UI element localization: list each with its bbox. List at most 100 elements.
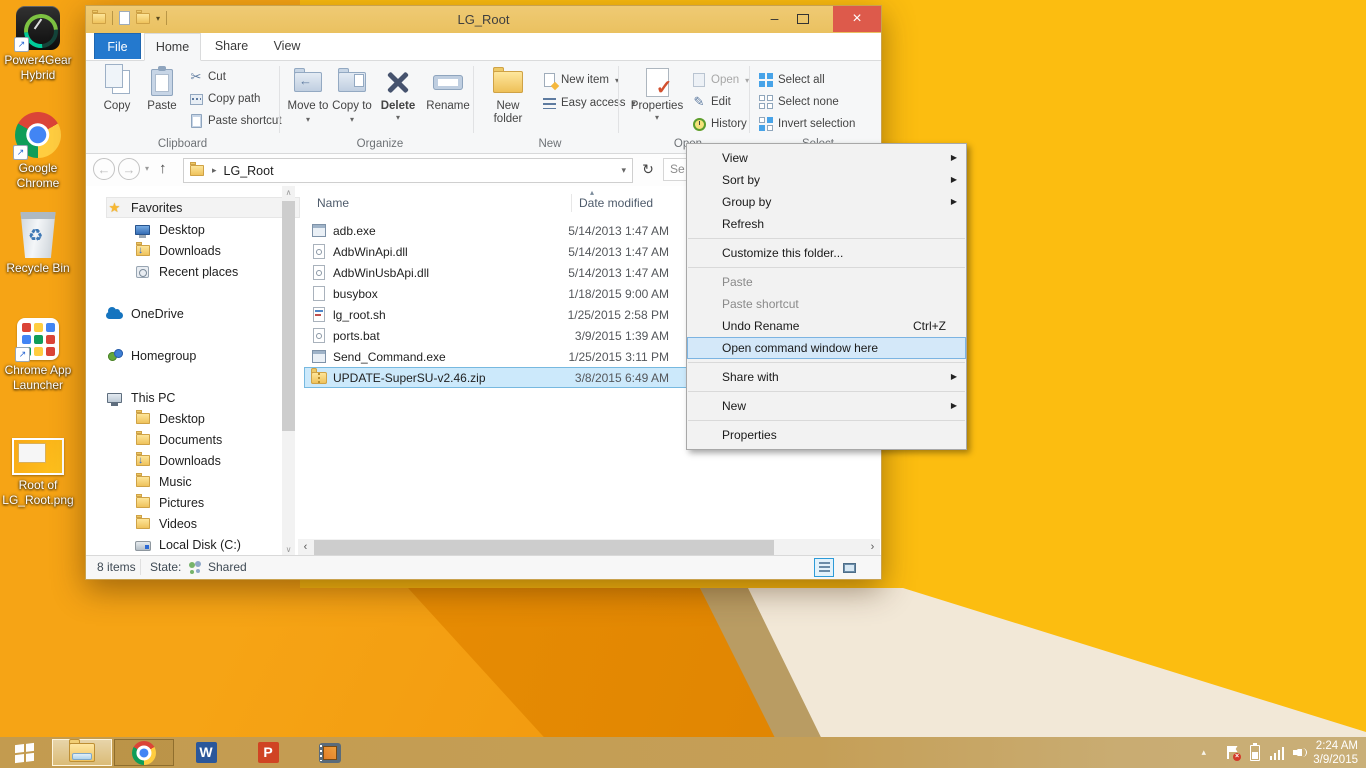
tab-view[interactable]: View	[262, 33, 312, 59]
menu-item-new[interactable]: New ▶	[687, 395, 966, 417]
sidebar-item-favorites[interactable]: ★ Favorites	[106, 197, 300, 218]
sidebar-item-pc-downloads[interactable]: ↓ Downloads	[134, 450, 221, 471]
file-row-selected[interactable]: UPDATE-SuperSU-v2.46.zip 3/8/2015 6:49 A…	[304, 367, 740, 388]
action-center-button[interactable]: ×	[1226, 737, 1238, 768]
sidebar-item-desktop[interactable]: Desktop	[134, 219, 205, 240]
select-none-button[interactable]: Select none	[758, 93, 839, 111]
paste-button[interactable]: Paste	[140, 64, 184, 132]
sidebar-item-music[interactable]: Music	[134, 471, 192, 492]
shortcut-arrow-icon: ↗	[14, 37, 29, 52]
horizontal-scrollbar[interactable]: ‹ ›	[298, 539, 880, 556]
menu-item-sort-by[interactable]: Sort by ▶	[687, 169, 966, 191]
group-label-organize: Organize	[287, 138, 473, 150]
taskbar-file-explorer-button[interactable]	[52, 739, 112, 766]
desktop-icon-google-chrome[interactable]: ↗ Google Chrome	[1, 112, 75, 191]
thumbnail-content	[14, 440, 62, 473]
start-button[interactable]	[0, 737, 48, 768]
sidebar-item-recent-places[interactable]: Recent places	[134, 261, 238, 282]
menu-item-view[interactable]: View ▶	[687, 147, 966, 169]
menu-item-open-command-window-here[interactable]: Open command window here	[687, 337, 966, 359]
breadcrumb-bar[interactable]: ▸ LG_Root ▾	[183, 158, 633, 183]
download-arrow: ↓	[138, 455, 143, 466]
taskbar-chrome-button[interactable]	[114, 739, 174, 766]
delete-button[interactable]: Delete ▾	[378, 64, 418, 132]
sidebar-item-documents[interactable]: Documents	[134, 429, 222, 450]
sidebar-item-pictures[interactable]: Pictures	[134, 492, 204, 513]
column-header-date-modified[interactable]: Date modified	[579, 196, 653, 210]
invert-selection-button[interactable]: Invert selection	[758, 115, 855, 133]
column-header-name[interactable]: Name	[317, 196, 349, 210]
scroll-right-icon[interactable]: ›	[865, 540, 880, 555]
desktop-icon-root-of-lg-root-png[interactable]: Root of LG_Root.png	[1, 438, 75, 508]
sidebar-item-label: Favorites	[131, 201, 182, 215]
check-glyph: ✓	[656, 75, 673, 100]
menu-item-share-with[interactable]: Share with ▶	[687, 366, 966, 388]
breadcrumb-location[interactable]: LG_Root	[224, 164, 274, 178]
tab-home[interactable]: Home	[144, 33, 201, 61]
menu-item-undo-rename[interactable]: Undo Rename Ctrl+Z	[687, 315, 966, 337]
scrollbar-thumb[interactable]	[282, 201, 295, 431]
copy-path-button[interactable]: Copy path	[188, 90, 260, 108]
sidebar-item-downloads[interactable]: ↓ Downloads	[134, 240, 221, 261]
copy-to-button[interactable]: Copy to ▾	[331, 64, 373, 132]
sidebar-item-local-disk-c[interactable]: Local Disk (C:)	[134, 534, 241, 555]
sidebar-item-onedrive[interactable]: OneDrive	[106, 303, 184, 324]
easy-access-button[interactable]: Easy access ▾	[541, 94, 636, 112]
rename-button[interactable]: Rename	[422, 64, 474, 132]
sidebar-item-videos[interactable]: Videos	[134, 513, 197, 534]
menu-item-refresh[interactable]: Refresh	[687, 213, 966, 235]
properties-button[interactable]: ✓ Properties ▾	[629, 64, 685, 132]
breadcrumb-arrow-icon[interactable]: ▸	[212, 165, 217, 176]
refresh-button[interactable]: ↻	[635, 158, 661, 181]
close-button[interactable]: ×	[833, 6, 881, 32]
taskbar-powerpoint-button[interactable]: P	[238, 739, 298, 766]
new-item-button[interactable]: New item ▾	[541, 71, 619, 89]
column-divider[interactable]	[571, 194, 572, 212]
new-folder-button[interactable]: New folder	[482, 64, 534, 132]
tab-file[interactable]: File	[94, 33, 141, 59]
back-button[interactable]: ←	[93, 158, 115, 180]
move-to-button[interactable]: ← Move to ▾	[287, 64, 329, 132]
desktop-icon-power4gear[interactable]: ↗ Power4Gear Hybrid	[1, 6, 75, 83]
sidebar-item-this-pc[interactable]: This PC	[106, 387, 175, 408]
maximize-button[interactable]	[789, 6, 817, 32]
sidebar-item-homegroup[interactable]: Homegroup	[106, 345, 196, 366]
taskbar-clock[interactable]: 2:24 AM 3/9/2015	[1313, 737, 1358, 768]
scrollbar-thumb[interactable]	[314, 540, 774, 555]
taskbar-movie-maker-button[interactable]	[300, 739, 360, 766]
action-center-flag-icon: ×	[1226, 746, 1238, 759]
list-view-toggle[interactable]	[814, 558, 834, 577]
select-all-button[interactable]: Select all	[758, 71, 825, 89]
show-hidden-icons-icon: ▴	[1201, 747, 1206, 758]
tab-share[interactable]: Share	[204, 33, 259, 59]
edit-button[interactable]: ✎ Edit	[691, 93, 731, 111]
taskbar-word-button[interactable]: W	[176, 739, 236, 766]
menu-separator	[688, 420, 965, 421]
scroll-left-icon[interactable]: ‹	[298, 540, 313, 555]
forward-button[interactable]: →	[118, 158, 140, 180]
battery-indicator[interactable]	[1250, 737, 1260, 768]
up-button[interactable]: ↑	[159, 160, 167, 177]
minimize-button[interactable]: –	[762, 6, 787, 32]
file-date: 5/14/2013 1:47 AM	[559, 224, 669, 238]
address-dropdown-icon[interactable]: ▾	[621, 165, 626, 176]
sidebar-scrollbar[interactable]: ∧ ∨	[282, 186, 295, 557]
menu-item-properties[interactable]: Properties	[687, 424, 966, 446]
sidebar-item-pc-desktop[interactable]: Desktop	[134, 408, 205, 429]
thumbnail-view-toggle[interactable]	[839, 558, 859, 577]
invert-selection-icon	[759, 117, 773, 131]
scroll-up-icon[interactable]: ∧	[282, 186, 295, 200]
cut-button[interactable]: ✂ Cut	[188, 68, 226, 86]
menu-item-group-by[interactable]: Group by ▶	[687, 191, 966, 213]
paste-shortcut-button[interactable]: Paste shortcut	[188, 112, 282, 130]
menu-item-customize-this-folder[interactable]: Customize this folder...	[687, 242, 966, 264]
desktop-icon-recycle-bin[interactable]: ♻ Recycle Bin	[1, 212, 75, 276]
network-indicator[interactable]	[1270, 737, 1285, 768]
title-bar[interactable]: ▾ LG_Root – ×	[86, 6, 881, 33]
desktop-icon-chrome-app-launcher[interactable]: ↗ Chrome App Launcher	[1, 318, 75, 393]
tray-chevron-button[interactable]: ▴	[1201, 737, 1206, 768]
history-button[interactable]: History	[691, 115, 747, 133]
copy-button[interactable]: Copy	[96, 64, 138, 132]
volume-indicator[interactable]	[1293, 737, 1308, 768]
history-dropdown-icon[interactable]: ▾	[145, 164, 149, 173]
